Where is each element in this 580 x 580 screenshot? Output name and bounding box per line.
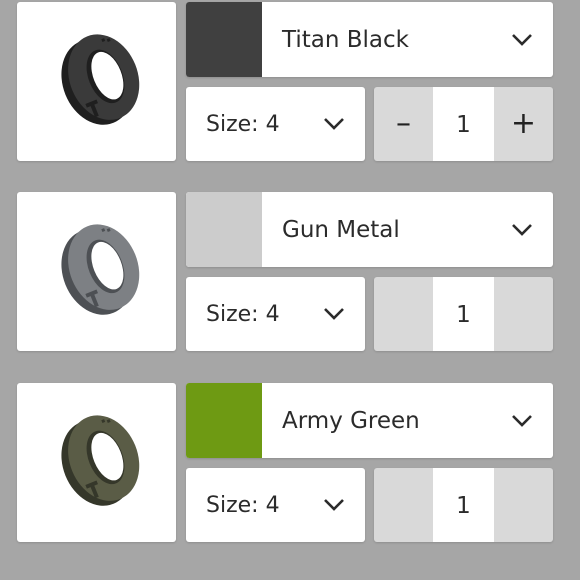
size-select-label: Size: 4 — [206, 112, 280, 137]
size-select-label: Size: 4 — [206, 493, 280, 518]
chevron-down-icon — [512, 34, 532, 46]
color-select-label: Army Green — [282, 408, 420, 434]
decrease-quantity-button[interactable] — [374, 468, 433, 542]
chevron-down-icon — [324, 308, 344, 320]
increase-quantity-button[interactable] — [494, 277, 553, 351]
quantity-value[interactable]: 1 — [433, 87, 494, 161]
color-swatch — [186, 383, 262, 458]
product-thumbnail — [17, 383, 176, 542]
decrease-quantity-button[interactable] — [374, 277, 433, 351]
product-row: Army Green Size: 4 1 — [0, 383, 580, 558]
size-select[interactable]: Size: 4 — [186, 277, 365, 351]
ring-image — [60, 223, 139, 315]
color-select[interactable]: Gun Metal — [186, 192, 553, 267]
product-thumbnail — [17, 192, 176, 351]
chevron-down-icon — [512, 415, 532, 427]
quantity-value[interactable]: 1 — [433, 277, 494, 351]
quantity-stepper: – 1 + — [374, 87, 553, 161]
product-row: Titan Black Size: 4 – 1 + — [0, 2, 580, 177]
color-select[interactable]: Army Green — [186, 383, 553, 458]
quantity-stepper: 1 — [374, 277, 553, 351]
increase-quantity-button[interactable] — [494, 468, 553, 542]
quantity-stepper: 1 — [374, 468, 553, 542]
increase-quantity-button[interactable]: + — [494, 87, 553, 161]
color-swatch — [186, 192, 262, 267]
ring-image — [60, 33, 139, 125]
product-thumbnail — [17, 2, 176, 161]
ring-image — [60, 414, 139, 506]
color-select-label: Gun Metal — [282, 217, 400, 243]
color-swatch — [186, 2, 262, 77]
chevron-down-icon — [324, 499, 344, 511]
size-select[interactable]: Size: 4 — [186, 468, 365, 542]
chevron-down-icon — [324, 118, 344, 130]
size-select[interactable]: Size: 4 — [186, 87, 365, 161]
product-row: Gun Metal Size: 4 1 — [0, 192, 580, 367]
size-select-label: Size: 4 — [206, 302, 280, 327]
quantity-value[interactable]: 1 — [433, 468, 494, 542]
chevron-down-icon — [512, 224, 532, 236]
color-select[interactable]: Titan Black — [186, 2, 553, 77]
decrease-quantity-button[interactable]: – — [374, 87, 433, 161]
color-select-label: Titan Black — [282, 27, 409, 53]
